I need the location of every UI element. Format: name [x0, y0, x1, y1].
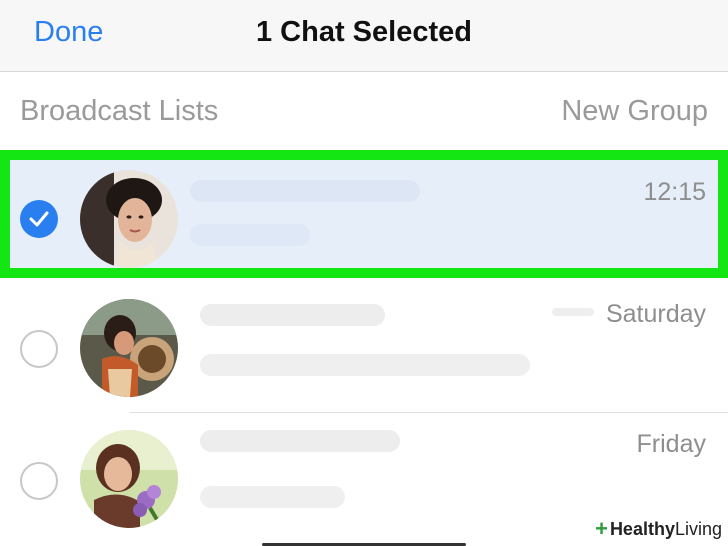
- blurred-message-preview: [190, 224, 310, 246]
- blurred-contact-name: [190, 180, 420, 202]
- links-row: Broadcast Lists New Group: [0, 73, 728, 149]
- nav-bar: Done 1 Chat Selected: [0, 0, 728, 72]
- watermark-bold-text: Healthy: [609, 518, 675, 539]
- nav-title: 1 Chat Selected: [256, 16, 472, 48]
- healthy-living-watermark: + Healthy Living: [591, 515, 726, 543]
- blurred-contact-name: [200, 430, 400, 452]
- avatar: [80, 299, 178, 397]
- blurred-status: [552, 308, 594, 316]
- unselected-circle-icon[interactable]: [20, 462, 58, 500]
- chat-time: Saturday: [605, 300, 706, 328]
- blurred-contact-name: [200, 304, 385, 326]
- blurred-message-preview: [200, 486, 345, 508]
- avatar: [80, 430, 178, 528]
- selected-check-icon[interactable]: [20, 200, 58, 238]
- chat-time: 12:15: [643, 178, 706, 206]
- chat-row[interactable]: Saturday: [0, 282, 728, 412]
- watermark-light-text: Living: [674, 518, 722, 539]
- new-group-link[interactable]: New Group: [561, 95, 708, 128]
- blurred-message-preview: [200, 354, 530, 376]
- avatar: [80, 170, 178, 268]
- broadcast-lists-link[interactable]: Broadcast Lists: [20, 95, 218, 128]
- plus-logo-icon: +: [595, 516, 608, 541]
- unselected-circle-icon[interactable]: [20, 330, 58, 368]
- chat-time: Friday: [636, 430, 706, 458]
- chat-row-selected[interactable]: 12:15: [0, 150, 728, 278]
